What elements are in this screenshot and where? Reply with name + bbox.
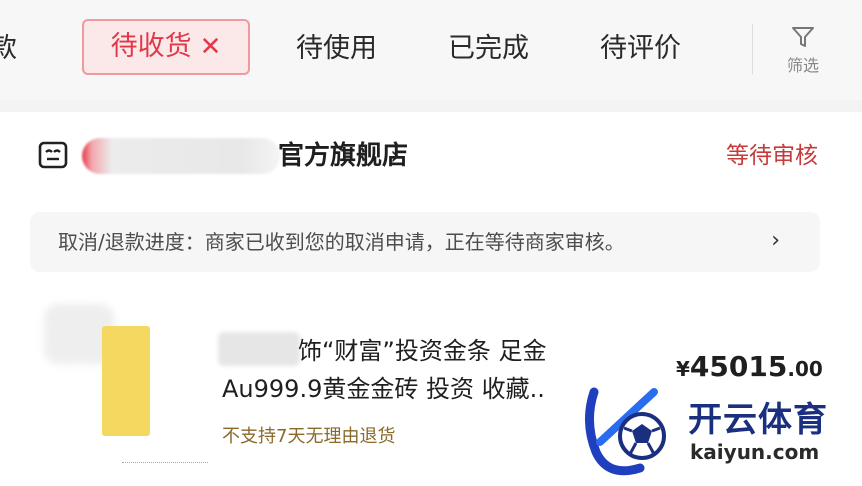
tab-partial[interactable]: 款 bbox=[0, 20, 38, 78]
tab-to-use[interactable]: 待使用 bbox=[296, 20, 377, 78]
price-integer: 45015 bbox=[689, 350, 788, 383]
watermark-url: kaiyun.com bbox=[690, 440, 820, 464]
tab-completed[interactable]: 已完成 bbox=[448, 20, 529, 78]
tab-completed-label: 已完成 bbox=[448, 33, 529, 64]
tab-to-use-label: 待使用 bbox=[296, 33, 377, 64]
product-title-line1: 饰“财富”投资金条 足金 bbox=[298, 337, 547, 365]
price-currency: ¥ bbox=[676, 357, 690, 381]
redacted-shop-name bbox=[82, 138, 280, 174]
price-decimal: .00 bbox=[787, 357, 823, 381]
product-title-line2: Au999.9黄金金砖 投资 收藏.. bbox=[222, 375, 545, 403]
close-icon[interactable]: ✕ bbox=[200, 32, 222, 62]
product-title[interactable]: 饰“财富”投资金条 足金 Au999.9黄金金砖 投资 收藏.. bbox=[222, 332, 598, 408]
filter-button[interactable]: 筛选 bbox=[776, 24, 830, 76]
order-card[interactable]: 官方旗舰店 › 等待审核 取消/退款进度：商家已收到您的取消申请，正在等待商家审… bbox=[0, 112, 862, 486]
gold-bar-image bbox=[102, 326, 150, 436]
order-status: 等待审核 bbox=[726, 143, 818, 169]
product-image[interactable] bbox=[44, 304, 208, 466]
kaiyun-logo-icon bbox=[585, 387, 666, 476]
watermark-logo: 开云体育 kaiyun.com bbox=[580, 382, 860, 482]
refund-progress-text: 取消/退款进度：商家已收到您的取消申请，正在等待商家审核。 bbox=[58, 230, 625, 254]
tab-divider bbox=[752, 24, 753, 74]
funnel-icon bbox=[792, 27, 814, 47]
product-price: ¥45015.00 bbox=[676, 350, 823, 383]
tab-to-review[interactable]: 待评价 bbox=[600, 20, 681, 78]
tab-partial-label: 款 bbox=[0, 33, 17, 64]
shop-name[interactable]: 官方旗舰店 bbox=[278, 136, 408, 176]
image-divider bbox=[122, 462, 208, 464]
shop-icon bbox=[38, 141, 68, 169]
tab-to-receive-label: 待收货 bbox=[110, 31, 192, 62]
return-policy-tag: 不支持7天无理由退货 bbox=[222, 426, 396, 447]
chevron-right-icon[interactable]: › bbox=[390, 136, 400, 176]
shop-header[interactable]: 官方旗舰店 › 等待审核 bbox=[38, 136, 818, 176]
order-status-tabbar: 款 待收货 ✕ 待使用 已完成 待评价 筛选 bbox=[0, 0, 862, 100]
tab-to-receive[interactable]: 待收货 ✕ bbox=[82, 19, 250, 75]
watermark-name: 开云体育 bbox=[688, 400, 828, 440]
filter-label: 筛选 bbox=[786, 56, 819, 75]
tab-to-review-label: 待评价 bbox=[600, 33, 681, 64]
chevron-right-icon[interactable]: › bbox=[771, 212, 780, 270]
refund-progress[interactable]: 取消/退款进度：商家已收到您的取消申请，正在等待商家审核。 › bbox=[30, 212, 820, 272]
